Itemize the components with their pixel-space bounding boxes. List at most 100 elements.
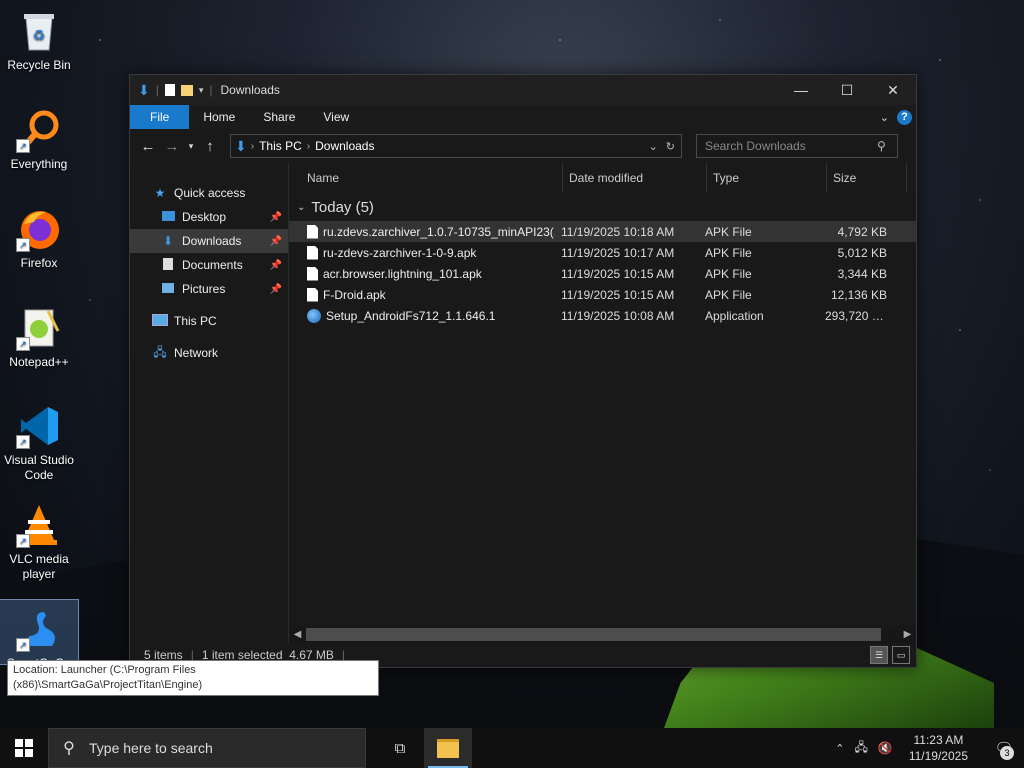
file-explorer-window[interactable]: ⬇ | ▾ | Downloads — ☐ ✕ File Home Share … [129, 74, 917, 668]
desktop-icon-everything[interactable]: ↗ Everything [0, 101, 78, 172]
tab-home[interactable]: Home [189, 105, 249, 129]
nav-pictures[interactable]: Pictures 📌 [130, 277, 288, 301]
table-row[interactable]: F-Droid.apk 11/19/2025 10:15 AM APK File… [289, 284, 916, 305]
file-type: APK File [705, 287, 752, 302]
desktop-icon-vscode[interactable]: ↗ Visual Studio Code [0, 397, 78, 483]
navigation-pane[interactable]: ★ Quick access Desktop 📌 ⬇ Downloads 📌 D… [130, 163, 289, 643]
nav-quick-access[interactable]: ★ Quick access [130, 181, 288, 205]
breadcrumb-this-pc[interactable]: This PC [254, 139, 307, 153]
pin-icon[interactable]: 📌 [270, 212, 282, 223]
table-row[interactable]: Setup_AndroidFs712_1.1.646.1 11/19/2025 … [289, 305, 916, 326]
desktop-icon-label: Firefox [20, 256, 58, 270]
clock-date: 11/19/2025 [908, 749, 968, 763]
desktop-icon-label: Recycle Bin [7, 58, 71, 72]
details-view-icon[interactable]: ☰ [870, 646, 888, 664]
file-size: 3,344 KB [837, 266, 887, 281]
desktop-icon-recycle-bin[interactable]: ♻ Recycle Bin [0, 2, 78, 73]
recent-locations-chevron-icon[interactable]: ▾ [184, 141, 198, 152]
network-status-icon[interactable]: 🖧 [854, 738, 867, 759]
large-icons-view-icon[interactable]: ▭ [892, 646, 910, 664]
ribbon-right-controls: ⌄ ? [880, 109, 916, 125]
desktop-icon-label: Everything [10, 157, 68, 171]
file-name: F-Droid.apk [323, 287, 386, 302]
task-view-button[interactable]: ⧉ [376, 728, 424, 768]
help-icon[interactable]: ? [897, 109, 912, 125]
search-box[interactable]: ⚲ [696, 134, 898, 158]
back-arrow-icon[interactable]: ← [136, 138, 160, 155]
windows-logo-icon [15, 739, 33, 757]
file-list[interactable]: Name Date modified Type Size ⌄ Today (5)… [289, 163, 916, 643]
nav-documents[interactable]: Documents 📌 [130, 253, 288, 277]
show-hidden-icons-chevron-icon[interactable]: ⌃ [835, 742, 844, 755]
expand-ribbon-chevron-icon[interactable]: ⌄ [880, 111, 889, 124]
address-history-chevron-icon[interactable]: ⌄ [649, 140, 658, 153]
pin-icon[interactable]: 📌 [270, 260, 282, 271]
desktop-icon-smartgaga[interactable]: ↗ SmartGaGa [0, 599, 79, 665]
desktop-icon-label: Notepad++ [9, 355, 69, 369]
nav-network[interactable]: 🖧 Network [130, 341, 288, 365]
scroll-right-arrow-icon[interactable]: ▶ [899, 629, 916, 640]
start-button[interactable] [0, 728, 48, 768]
pin-icon[interactable]: 📌 [270, 236, 282, 247]
properties-icon[interactable] [164, 84, 175, 96]
taskbar-search-box[interactable]: ⚲ Type here to search [48, 728, 366, 768]
location-tooltip: Location: Launcher (C:\Program Files (x8… [7, 660, 379, 696]
pin-icon[interactable]: 📌 [270, 284, 282, 295]
table-row[interactable]: ru.zdevs.zarchiver_1.0.7-10735_minAPI23(… [289, 221, 916, 242]
taskbar-search-placeholder: Type here to search [89, 740, 213, 756]
computer-icon [152, 313, 168, 329]
column-header-size[interactable]: Size [827, 163, 907, 193]
scroll-left-arrow-icon[interactable]: ◀ [289, 629, 306, 640]
recycle-bin-icon: ♻ [16, 8, 62, 54]
scrollbar-thumb[interactable] [306, 628, 882, 641]
nav-item-label: Pictures [182, 282, 226, 296]
tab-view[interactable]: View [309, 105, 363, 129]
file-name: Setup_AndroidFs712_1.1.646.1 [326, 308, 496, 323]
tab-file[interactable]: File [130, 105, 190, 129]
nav-desktop[interactable]: Desktop 📌 [130, 205, 288, 229]
breadcrumb-downloads[interactable]: Downloads [310, 139, 379, 153]
refresh-icon[interactable]: ↻ [666, 140, 675, 153]
window-titlebar[interactable]: ⬇ | ▾ | Downloads — ☐ ✕ [130, 75, 916, 105]
scrollbar-track[interactable] [306, 628, 899, 641]
forward-arrow-icon[interactable]: → [160, 138, 184, 155]
column-header-date-modified[interactable]: Date modified [563, 163, 707, 193]
group-header-today[interactable]: ⌄ Today (5) [289, 193, 916, 221]
group-label: Today (5) [311, 198, 374, 216]
file-size: 5,012 KB [837, 245, 887, 260]
volume-muted-icon[interactable]: 🔇 [878, 741, 893, 755]
clock[interactable]: 11:23 AM 11/19/2025 [903, 732, 974, 764]
address-bar[interactable]: ⬇ › This PC › Downloads ⌄ ↻ [230, 134, 682, 158]
address-bar-controls: ⌄ ↻ [649, 140, 681, 153]
taskbar-file-explorer[interactable] [424, 728, 472, 768]
new-folder-icon[interactable] [180, 84, 193, 96]
desktop-icon-firefox[interactable]: ↗ Firefox [0, 200, 78, 271]
desktop-icon-notepad-plus-plus[interactable]: ↗ Notepad++ [0, 299, 78, 370]
collapse-chevron-icon[interactable]: ⌄ [297, 202, 305, 213]
table-row[interactable]: acr.browser.lightning_101.apk 11/19/2025… [289, 263, 916, 284]
minimize-button[interactable]: — [778, 75, 824, 105]
table-row[interactable]: ru-zdevs-zarchiver-1-0-9.apk 11/19/2025 … [289, 242, 916, 263]
svg-text:♻: ♻ [33, 27, 46, 43]
customize-toolbar-chevron-icon[interactable]: ▾ [199, 85, 204, 96]
vlc-icon: ↗ [16, 502, 62, 548]
vscode-icon: ↗ [16, 403, 62, 449]
search-input[interactable] [697, 138, 877, 154]
file-type: APK File [705, 245, 752, 260]
column-header-name[interactable]: Name [289, 163, 563, 193]
file-icon [307, 287, 318, 302]
nav-downloads[interactable]: ⬇ Downloads 📌 [130, 229, 288, 253]
notification-center-button[interactable]: 🗨 3 [984, 728, 1024, 768]
nav-item-label: Network [174, 346, 219, 360]
ribbon-tabs: File Home Share View ⌄ ? [130, 105, 916, 129]
file-explorer-icon [437, 738, 459, 758]
maximize-button[interactable]: ☐ [824, 75, 870, 105]
desktop-icon-vlc[interactable]: ↗ VLC media player [0, 496, 78, 582]
up-arrow-icon[interactable]: ↑ [198, 138, 222, 155]
horizontal-scrollbar[interactable]: ◀ ▶ [289, 626, 916, 643]
close-button[interactable]: ✕ [870, 75, 916, 105]
nav-this-pc[interactable]: This PC [130, 309, 288, 333]
tab-share[interactable]: Share [249, 105, 309, 129]
notification-count-badge: 3 [1000, 746, 1014, 760]
column-header-type[interactable]: Type [707, 163, 827, 193]
